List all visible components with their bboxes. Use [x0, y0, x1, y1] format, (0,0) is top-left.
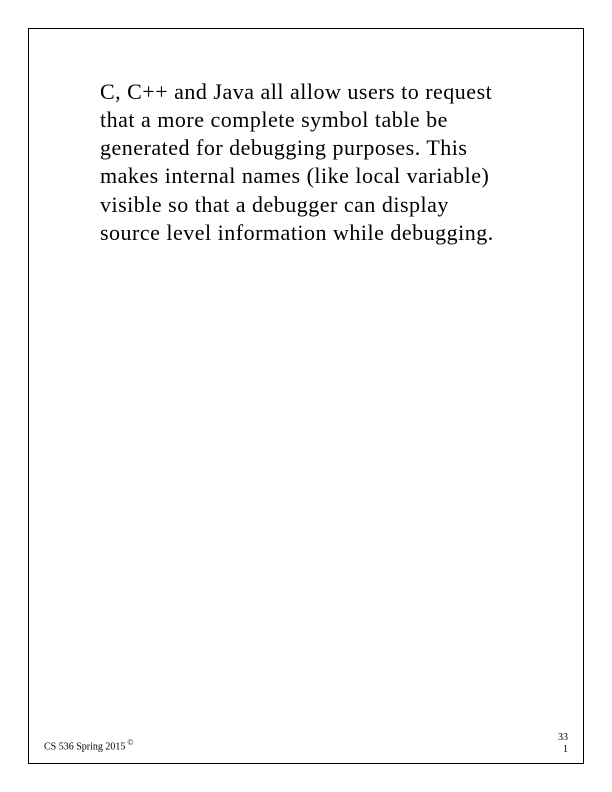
- course-label: CS 536 Spring 2015: [44, 741, 125, 752]
- page-number-top: 33: [558, 732, 568, 744]
- page-number-bottom: 1: [558, 744, 568, 756]
- body-paragraph: C, C++ and Java all allow users to reque…: [100, 78, 512, 247]
- footer-page-number: 33 1: [558, 732, 568, 756]
- footer-course: CS 536 Spring 2015©: [44, 738, 133, 752]
- copyright-symbol: ©: [127, 738, 133, 747]
